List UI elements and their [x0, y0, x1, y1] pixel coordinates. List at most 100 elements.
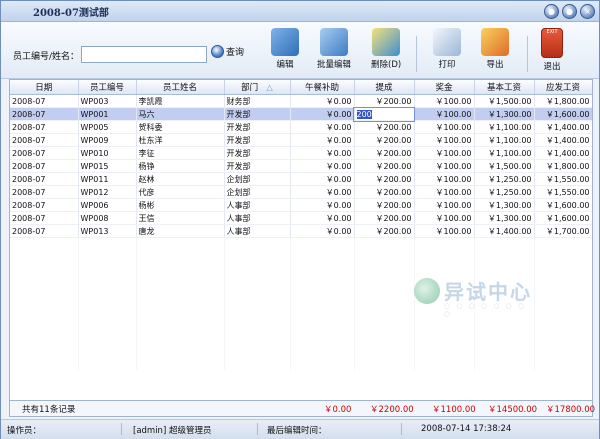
cell-base[interactable]: ￥1,300.00 — [474, 198, 535, 212]
cell-dept[interactable]: 开发部 — [224, 107, 291, 121]
cell-emp-id[interactable]: WP012 — [78, 185, 137, 199]
cell-emp-name[interactable]: 唐龙 — [136, 224, 225, 238]
table-row[interactable]: 2008-07 WP012 代彦 企划部 ￥0.00 ￥200.00 ￥100.00 ￥1,2… — [10, 185, 592, 199]
cell-gross[interactable]: ￥1,700.00 — [534, 224, 592, 238]
cell-bonus[interactable]: ￥100.00 — [414, 133, 475, 147]
cell-emp-id[interactable]: WP008 — [78, 211, 137, 225]
cell-dept[interactable]: 开发部 — [224, 146, 291, 160]
cell-lunch[interactable]: ￥0.00 — [290, 172, 355, 186]
cell-commission[interactable]: ￥200.00 — [354, 211, 415, 225]
cell-date[interactable]: 2008-07 — [10, 133, 79, 147]
exit-button[interactable]: EXIT 退出 — [541, 28, 563, 72]
search-button[interactable]: 查询 — [211, 45, 244, 58]
col-header-emp-id[interactable]: 员工编号 — [78, 80, 137, 95]
cell-bonus[interactable]: ￥100.00 — [414, 198, 475, 212]
cell-lunch[interactable]: ￥0.00 — [290, 224, 355, 238]
cell-emp-name[interactable]: 杨彬 — [136, 198, 225, 212]
cell-lunch[interactable]: ￥0.00 — [290, 133, 355, 147]
cell-dept[interactable]: 开发部 — [224, 120, 291, 134]
cell-commission[interactable]: ￥200.00 — [354, 120, 415, 134]
cell-edit-text[interactable]: 200 — [356, 109, 372, 119]
cell-commission[interactable]: ￥200.00 — [354, 198, 415, 212]
col-header-gross[interactable]: 应发工资 — [534, 80, 592, 95]
cell-gross[interactable]: ￥1,400.00 — [534, 120, 592, 134]
cell-date[interactable]: 2008-07 — [10, 159, 79, 173]
cell-emp-name[interactable]: 赵林 — [136, 172, 225, 186]
cell-date[interactable]: 2008-07 — [10, 185, 79, 199]
col-header-lunch[interactable]: 午餐补助 — [290, 80, 355, 95]
cell-emp-id[interactable]: WP015 — [78, 159, 137, 173]
cell-gross[interactable]: ￥1,550.00 — [534, 185, 592, 199]
cell-bonus[interactable]: ￥100.00 — [414, 120, 475, 134]
cell-date[interactable]: 2008-07 — [10, 211, 79, 225]
minimize-button[interactable]: ● — [544, 4, 559, 19]
cell-gross[interactable]: ￥1,400.00 — [534, 133, 592, 147]
cell-commission[interactable]: ￥200.00 — [354, 94, 415, 108]
cell-date[interactable]: 2008-07 — [10, 198, 79, 212]
cell-gross[interactable]: ￥1,800.00 — [534, 94, 592, 108]
cell-emp-id[interactable]: WP009 — [78, 133, 137, 147]
cell-emp-name[interactable]: 杨铮 — [136, 159, 225, 173]
cell-emp-id[interactable]: WP011 — [78, 172, 137, 186]
cell-gross[interactable]: ￥1,600.00 — [534, 198, 592, 212]
table-row[interactable]: 2008-07 WP003 李凯霞 财务部 ￥0.00 ￥200.00 ￥100.00 ￥1,… — [10, 94, 592, 108]
cell-emp-name[interactable]: 杜东洋 — [136, 133, 225, 147]
cell-dept[interactable]: 企划部 — [224, 172, 291, 186]
table-row[interactable]: 2008-07 WP015 杨铮 开发部 ￥0.00 ￥200.00 ￥100.00 ￥1,5… — [10, 159, 592, 173]
cell-emp-id[interactable]: WP006 — [78, 198, 137, 212]
cell-gross[interactable]: ￥1,600.00 — [534, 211, 592, 225]
cell-emp-name[interactable]: 马六 — [136, 107, 225, 121]
cell-emp-id[interactable]: WP005 — [78, 120, 137, 134]
cell-bonus[interactable]: ￥100.00 — [414, 224, 475, 238]
cell-emp-id[interactable]: WP013 — [78, 224, 137, 238]
cell-base[interactable]: ￥1,400.00 — [474, 224, 535, 238]
cell-bonus[interactable]: ￥100.00 — [414, 211, 475, 225]
cell-base[interactable]: ￥1,500.00 — [474, 159, 535, 173]
cell-dept[interactable]: 开发部 — [224, 159, 291, 173]
cell-base[interactable]: ￥1,250.00 — [474, 172, 535, 186]
cell-base[interactable]: ￥1,300.00 — [474, 211, 535, 225]
cell-lunch[interactable]: ￥0.00 — [290, 120, 355, 134]
cell-gross[interactable]: ￥1,800.00 — [534, 159, 592, 173]
cell-base[interactable]: ￥1,100.00 — [474, 146, 535, 160]
cell-lunch[interactable]: ￥0.00 — [290, 159, 355, 173]
cell-gross[interactable]: ￥1,400.00 — [534, 146, 592, 160]
cell-commission[interactable]: ￥200.00 — [354, 146, 415, 160]
cell-commission[interactable]: ￥200.00 — [354, 185, 415, 199]
cell-emp-name[interactable]: 李凯霞 — [136, 94, 225, 108]
cell-dept[interactable]: 企划部 — [224, 185, 291, 199]
col-header-commission[interactable]: 提成 — [354, 80, 415, 95]
cell-emp-id[interactable]: WP003 — [78, 94, 137, 108]
cell-bonus[interactable]: ￥100.00 — [414, 159, 475, 173]
table-row[interactable]: 2008-07 WP010 李征 开发部 ￥0.00 ￥200.00 ￥100.00 ￥1,1… — [10, 146, 592, 160]
print-button[interactable]: 打印 — [433, 28, 461, 70]
cell-lunch[interactable]: ￥0.00 — [290, 107, 355, 121]
cell-date[interactable]: 2008-07 — [10, 94, 79, 108]
batch-edit-button[interactable]: 批量编辑 — [317, 28, 351, 70]
cell-emp-id[interactable]: WP001 — [78, 107, 137, 121]
cell-lunch[interactable]: ￥0.00 — [290, 185, 355, 199]
cell-emp-id[interactable]: WP010 — [78, 146, 137, 160]
cell-commission[interactable]: ￥200.00 — [354, 172, 415, 186]
cell-lunch[interactable]: ￥0.00 — [290, 94, 355, 108]
cell-emp-name[interactable]: 王信 — [136, 211, 225, 225]
cell-emp-name[interactable]: 李征 — [136, 146, 225, 160]
col-header-base[interactable]: 基本工资 — [474, 80, 535, 95]
table-row[interactable]: 2008-07 WP001 马六 开发部 ￥0.00 200 ￥100.00 ￥1,300.0… — [10, 106, 592, 122]
cell-bonus[interactable]: ￥100.00 — [414, 94, 475, 108]
cell-gross[interactable]: ￥1,600.00 — [534, 107, 592, 121]
cell-commission[interactable]: ￥200.00 — [354, 159, 415, 173]
cell-base[interactable]: ￥1,100.00 — [474, 133, 535, 147]
cell-date[interactable]: 2008-07 — [10, 120, 79, 134]
cell-date[interactable]: 2008-07 — [10, 224, 79, 238]
cell-bonus[interactable]: ￥100.00 — [414, 146, 475, 160]
cell-dept[interactable]: 人事部 — [224, 198, 291, 212]
cell-dept[interactable]: 财务部 — [224, 94, 291, 108]
delete-button[interactable]: 删除(D) — [371, 28, 401, 70]
cell-dept[interactable]: 开发部 — [224, 133, 291, 147]
cell-gross[interactable]: ￥1,550.00 — [534, 172, 592, 186]
table-row[interactable]: 2008-07 WP011 赵林 企划部 ￥0.00 ￥200.00 ￥100.00 ￥1,2… — [10, 172, 592, 186]
col-header-emp-name[interactable]: 员工姓名 — [136, 80, 225, 95]
table-row[interactable]: 2008-07 WP006 杨彬 人事部 ￥0.00 ￥200.00 ￥100.00 ￥1,3… — [10, 198, 592, 212]
cell-commission[interactable]: ￥200.00 — [354, 224, 415, 238]
